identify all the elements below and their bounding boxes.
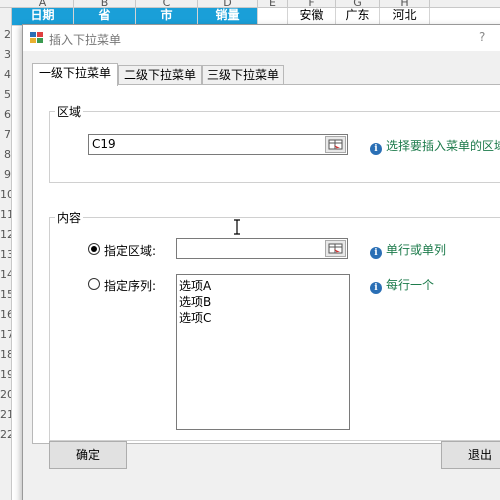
row-header[interactable]: 21 [0,406,11,424]
column-header-h[interactable]: H [380,0,430,7]
tab-level-1[interactable]: 一级下拉菜单 [32,63,118,86]
row-header[interactable]: 15 [0,286,11,304]
row-headers: 2 3 4 5 6 7 8 9 10 11 12 13 14 15 16 17 … [0,8,12,500]
column-headers: A B C D E F G H [0,0,500,8]
ok-button[interactable]: 确定 [49,441,127,469]
row-header[interactable]: 2 [0,26,11,44]
column-header-e[interactable]: E [258,0,288,7]
app-icon [30,32,43,43]
sequence-radio-button[interactable] [88,278,100,290]
row-header[interactable]: 6 [0,106,11,124]
region-hint: i 选择要插入菜单的区域 [370,137,500,155]
insert-dropdown-dialog: 插入下拉菜单 ? 一级下拉菜单 二级下拉菜单 三级下拉菜单 区域 C19 i 选… [22,24,500,500]
region-input-value: C19 [92,137,116,151]
column-header-g[interactable]: G [336,0,380,7]
range-picker-button-2[interactable] [325,240,346,257]
sequence-item: 选项A [179,279,212,293]
text-cursor-icon [234,219,240,235]
row-header[interactable]: 11 [0,206,11,224]
row-header[interactable]: 16 [0,306,11,324]
sequence-radio-label: 指定序列: [104,279,157,293]
info-icon: i [370,282,382,294]
dialog-titlebar[interactable]: 插入下拉菜单 ? [23,25,500,51]
row-header[interactable]: 10 [0,186,11,204]
tab-level-2[interactable]: 二级下拉菜单 [118,65,202,85]
region-hint-text: 选择要插入菜单的区域 [386,139,500,153]
row-header[interactable]: 17 [0,326,11,344]
sequence-hint: i 每行一个 [370,276,434,294]
range-radio-option[interactable]: 指定区域: [88,242,178,258]
row-header[interactable]: 5 [0,86,11,104]
row-header[interactable]: 13 [0,246,11,264]
column-header-c[interactable]: C [136,0,198,7]
region-input[interactable]: C19 [88,134,348,155]
range-picker-icon [328,139,343,150]
range-hint: i 单行或单列 [370,241,446,259]
range-picker-icon [328,243,343,254]
range-radio-button[interactable] [88,243,100,255]
region-group-title: 区域 [55,103,84,120]
tab-level-3[interactable]: 三级下拉菜单 [202,65,284,85]
row-header[interactable]: 4 [0,66,11,84]
row-header[interactable]: 12 [0,226,11,244]
dialog-title: 插入下拉菜单 [49,33,122,47]
row-header[interactable]: 7 [0,126,11,144]
range-picker-button[interactable] [325,136,346,153]
column-header-b[interactable]: B [74,0,136,7]
exit-button[interactable]: 退出 [441,441,500,469]
sequence-radio-option[interactable]: 指定序列: [88,277,178,293]
range-hint-text: 单行或单列 [386,243,447,257]
range-radio-label: 指定区域: [104,244,157,258]
info-icon: i [370,247,382,259]
content-group-title: 内容 [55,209,84,226]
column-header-f[interactable]: F [288,0,336,7]
row-header[interactable]: 8 [0,146,11,164]
sequence-item: 选项B [179,295,212,309]
region-group: 区域 C19 i 选择要插入菜单的区域 [49,103,500,183]
row-header[interactable]: 22 [0,426,11,444]
sequence-hint-text: 每行一个 [386,278,435,292]
sequence-item: 选项C [179,311,212,325]
info-icon: i [370,143,382,155]
range-input[interactable] [176,238,348,259]
sequence-textarea[interactable]: 选项A 选项B 选项C [176,274,350,430]
row-header[interactable]: 3 [0,46,11,64]
row-header[interactable]: 9 [0,166,11,184]
tab-panel: 区域 C19 i 选择要插入菜单的区域 内容 指定区域: i 单行或单列 指定序… [32,84,500,444]
row-header[interactable]: 18 [0,346,11,364]
content-group: 内容 指定区域: i 单行或单列 指定序列: 选项A 选项B 选项C i 每行一… [49,209,500,441]
row-header[interactable]: 20 [0,386,11,404]
row-header[interactable]: 14 [0,266,11,284]
column-header-d[interactable]: D [198,0,258,7]
help-button[interactable]: ? [479,30,485,44]
column-header-a[interactable]: A [12,0,74,7]
row-header[interactable]: 19 [0,366,11,384]
